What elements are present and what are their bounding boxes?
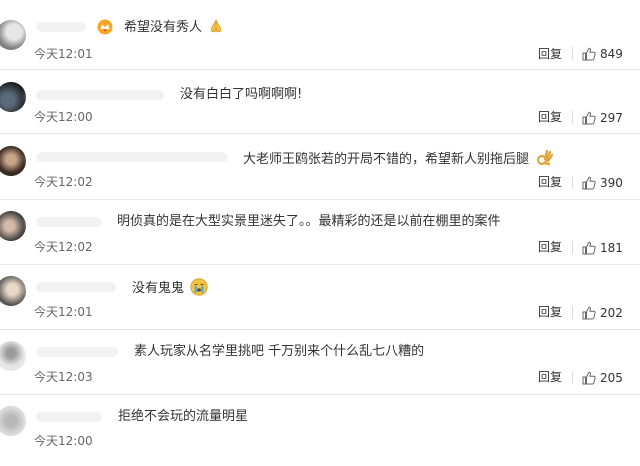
- divider: [572, 111, 573, 124]
- like-button[interactable]: 390: [581, 175, 623, 191]
- like-count: 390: [600, 176, 623, 190]
- like-button[interactable]: 849: [581, 46, 623, 62]
- reply-button[interactable]: 回复: [538, 304, 562, 320]
- username-redacted: [30, 406, 108, 428]
- comment-text: 明侦真的是在大型实景里迷失了。。最精彩的还是以前在棚里的案件: [117, 214, 501, 229]
- username-redacted: [30, 84, 170, 106]
- avatar[interactable]: [0, 211, 26, 241]
- like-count: 202: [600, 306, 623, 320]
- comment-time: 今天12:02: [34, 175, 93, 189]
- comment-item: 大老师王鸥张若的开局不错的，希望新人别拖后腿 今天12:02 回复 390: [0, 136, 640, 200]
- like-count: 181: [600, 241, 623, 255]
- crown-badge-icon: [97, 19, 113, 35]
- avatar[interactable]: [0, 406, 26, 436]
- thumbs-up-icon: [582, 306, 596, 320]
- like-button[interactable]: 181: [581, 240, 623, 256]
- comment-time: 今天12:01: [34, 47, 93, 61]
- comment-item: 希望没有秀人 今天12:01 回复 849: [0, 6, 640, 70]
- avatar[interactable]: [0, 82, 26, 112]
- comment-item: 没有鬼鬼 今天12:01 回复 202: [0, 266, 640, 330]
- thumbs-up-icon: [582, 241, 596, 255]
- comment-time: 今天12:00: [34, 110, 93, 124]
- like-count: 297: [600, 111, 623, 125]
- like-button[interactable]: 205: [581, 370, 623, 386]
- reply-button[interactable]: 回复: [538, 46, 562, 62]
- pray-emoji-icon: [208, 18, 224, 34]
- thumbs-up-icon: [582, 176, 596, 190]
- like-count: 205: [600, 371, 623, 385]
- comment-text: 拒绝不会玩的流量明星: [118, 409, 249, 424]
- divider: [572, 306, 573, 319]
- comment-text: 没有鬼鬼: [132, 281, 185, 296]
- comment-text: 希望没有秀人: [124, 20, 203, 35]
- like-button[interactable]: 202: [581, 305, 623, 321]
- avatar[interactable]: [0, 146, 26, 176]
- username-redacted: [30, 276, 122, 298]
- like-button[interactable]: 297: [581, 110, 623, 126]
- username-redacted: [30, 16, 92, 38]
- comment-time: 今天12:00: [34, 434, 93, 448]
- like-count: 849: [600, 47, 623, 61]
- comment-item: 没有白白了吗啊啊啊! 今天12:00 回复 297: [0, 70, 640, 134]
- comment-time: 今天12:01: [34, 305, 93, 319]
- divider: [572, 371, 573, 384]
- divider: [572, 241, 573, 254]
- comment-time: 今天12:03: [34, 370, 93, 384]
- comment-item: 明侦真的是在大型实景里迷失了。。最精彩的还是以前在棚里的案件 今天12:02 回…: [0, 201, 640, 265]
- avatar[interactable]: [0, 20, 26, 50]
- comment-item: 素人玩家从名学里挑吧 千万别来个什么乱七八糟的 今天12:03 回复 205: [0, 331, 640, 395]
- reply-button[interactable]: 回复: [538, 174, 562, 190]
- comment-text: 没有白白了吗啊啊啊!: [180, 87, 303, 102]
- comment-text: 素人玩家从名学里挑吧 千万别来个什么乱七八糟的: [134, 344, 425, 359]
- username-redacted: [30, 211, 108, 233]
- thumbs-up-icon: [582, 47, 596, 61]
- reply-button[interactable]: 回复: [538, 369, 562, 385]
- comment-text: 大老师王鸥张若的开局不错的，希望新人别拖后腿: [243, 152, 530, 167]
- comment-time: 今天12:02: [34, 240, 93, 254]
- thumbs-up-icon: [582, 111, 596, 125]
- divider: [572, 176, 573, 189]
- ok-hand-emoji-icon: [535, 148, 555, 168]
- reply-button[interactable]: 回复: [538, 239, 562, 255]
- avatar[interactable]: [0, 341, 26, 371]
- username-redacted: [30, 341, 124, 363]
- thumbs-up-icon: [582, 371, 596, 385]
- comment-item: 拒绝不会玩的流量明星 今天12:00: [0, 396, 640, 466]
- avatar[interactable]: [0, 276, 26, 306]
- crying-emoji-icon: [190, 278, 208, 296]
- divider: [572, 47, 573, 60]
- username-redacted: [30, 146, 234, 168]
- reply-button[interactable]: 回复: [538, 109, 562, 125]
